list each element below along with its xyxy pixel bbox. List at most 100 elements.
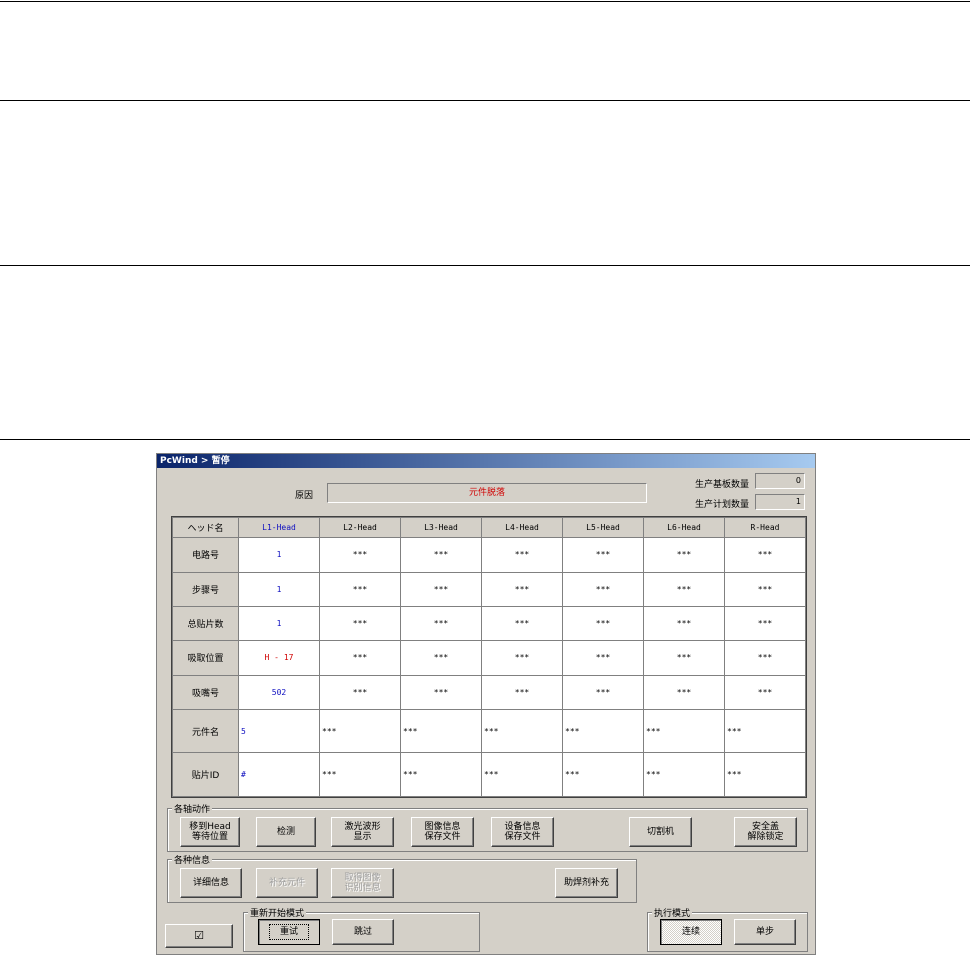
table-cell: ***: [319, 537, 401, 573]
table-cell: ***: [481, 605, 563, 642]
table-cell: ***: [562, 571, 644, 607]
table-cell: ***: [724, 640, 806, 676]
table-cell: ***: [481, 674, 563, 711]
table-cell: ***: [724, 537, 806, 573]
column-header[interactable]: L1-Head: [238, 516, 320, 539]
table-cell: ***: [481, 640, 563, 676]
cutter-button[interactable]: 切割机: [629, 817, 692, 847]
table-cell: 1: [238, 537, 320, 573]
table-cell: ***: [319, 640, 401, 676]
column-header[interactable]: L3-Head: [400, 516, 482, 539]
group-label: 各轴动作: [172, 802, 213, 815]
table-cell: ***: [400, 571, 482, 607]
row-label: 贴片ID: [172, 752, 239, 797]
retry-button[interactable]: 重试: [258, 919, 320, 945]
table-cell: ***: [643, 752, 725, 797]
table-cell: ***: [481, 708, 563, 754]
skip-button[interactable]: 跳过: [332, 919, 394, 945]
table-cell: #: [238, 752, 320, 797]
table-row: 电路号 1 *** *** *** *** *** ***: [172, 537, 806, 573]
group-label: 重新开始模式: [248, 906, 307, 919]
table-cell: ***: [319, 571, 401, 607]
group-label: 各种信息: [172, 853, 213, 866]
table-cell: ***: [562, 605, 644, 642]
table-cell: ***: [643, 640, 725, 676]
planned-count-label: 生产计划数量: [695, 500, 750, 510]
column-header[interactable]: L6-Head: [643, 516, 725, 539]
table-cell: ***: [643, 605, 725, 642]
table-cell: ***: [481, 571, 563, 607]
planned-count-value: 1: [795, 497, 801, 506]
table-cell: ***: [319, 674, 401, 711]
table-cell: ***: [643, 674, 725, 711]
table-cell: ***: [319, 605, 401, 642]
divider-line: [0, 439, 970, 440]
restart-mode-group: 重新开始模式 重试 跳过: [243, 906, 480, 952]
table-cell: 1: [238, 571, 320, 607]
table-row: 总贴片数 1 *** *** *** *** *** ***: [172, 605, 806, 642]
produced-count-field: 0: [755, 473, 805, 489]
group-label: 执行模式: [652, 906, 693, 919]
divider-line: [0, 265, 970, 266]
inspect-button[interactable]: 检测: [256, 817, 316, 847]
table-cell: ***: [643, 708, 725, 754]
table-row: 步骤号 1 *** *** *** *** *** ***: [172, 571, 806, 607]
table-cell: ***: [400, 605, 482, 642]
table-cell: ***: [724, 571, 806, 607]
head-status-grid: ヘッド名 L1-Head L2-Head L3-Head L4-Head L5-…: [171, 516, 807, 798]
confirm-checkbox-button[interactable]: ☑: [165, 924, 233, 948]
checkbox-icon: ☑: [194, 929, 204, 942]
table-cell: ***: [724, 752, 806, 797]
table-cell: ***: [562, 674, 644, 711]
table-cell: ***: [562, 708, 644, 754]
table-cell: 502: [238, 674, 320, 711]
table-cell: ***: [562, 752, 644, 797]
table-row: 吸取位置 H - 17 *** *** *** *** *** ***: [172, 640, 806, 676]
pickup-image-info-button[interactable]: 取得图像 识别信息: [331, 868, 394, 898]
table-cell: ***: [319, 752, 401, 797]
column-header[interactable]: L5-Head: [562, 516, 644, 539]
table-row: 元件名 5 *** *** *** *** *** ***: [172, 708, 806, 754]
cause-label: 原因: [295, 491, 314, 501]
table-row: 吸嘴号 502 *** *** *** *** *** ***: [172, 674, 806, 711]
row-label: 吸取位置: [172, 640, 239, 676]
table-cell: ***: [400, 674, 482, 711]
single-step-button[interactable]: 单步: [734, 919, 796, 945]
produced-count-label: 生产基板数量: [695, 480, 750, 490]
save-image-info-button[interactable]: 图像信息 保存文件: [411, 817, 474, 847]
table-cell: ***: [562, 537, 644, 573]
row-label: 步骤号: [172, 571, 239, 607]
grid-header-head-name: ヘッド名: [172, 516, 239, 539]
save-device-info-button[interactable]: 设备信息 保存文件: [491, 817, 554, 847]
cause-field: 元件脱落: [327, 483, 647, 503]
info-group: 各种信息 详细信息 补充元件 取得图像 识别信息 助焊剂补充: [167, 853, 637, 903]
divider-line: [0, 100, 970, 101]
table-cell: ***: [400, 708, 482, 754]
table-cell: ***: [400, 752, 482, 797]
table-cell: ***: [481, 537, 563, 573]
pause-dialog: PcWind > 暂停 原因 元件脱落 生产基板数量 0 生产计划数量 1 ヘッ…: [156, 453, 816, 955]
continuous-mode-button[interactable]: 连续: [660, 919, 722, 945]
table-cell: ***: [643, 571, 725, 607]
produced-count-value: 0: [795, 476, 801, 485]
execution-mode-group: 执行模式 连续 单步: [647, 906, 808, 952]
column-header[interactable]: L4-Head: [481, 516, 563, 539]
laser-waveform-button[interactable]: 激光波形 显示: [331, 817, 394, 847]
retry-label: 重试: [268, 924, 309, 940]
divider-line: [0, 1, 970, 2]
table-cell: 5: [238, 708, 320, 754]
table-cell: ***: [481, 752, 563, 797]
table-row: 贴片ID # *** *** *** *** *** ***: [172, 752, 806, 797]
table-cell: ***: [400, 640, 482, 676]
row-label: 吸嘴号: [172, 674, 239, 711]
column-header[interactable]: R-Head: [724, 516, 806, 539]
solder-supplement-button[interactable]: 助焊剂补充: [555, 868, 618, 898]
table-cell: ***: [724, 674, 806, 711]
move-head-wait-button[interactable]: 移到Head 等待位置: [180, 817, 240, 847]
detail-info-button[interactable]: 详细信息: [180, 868, 242, 898]
table-cell: ***: [400, 537, 482, 573]
supplement-component-button[interactable]: 补充元件: [256, 868, 318, 898]
column-header[interactable]: L2-Head: [319, 516, 401, 539]
table-cell: ***: [724, 605, 806, 642]
release-safety-cover-button[interactable]: 安全盖 解除锁定: [734, 817, 797, 847]
